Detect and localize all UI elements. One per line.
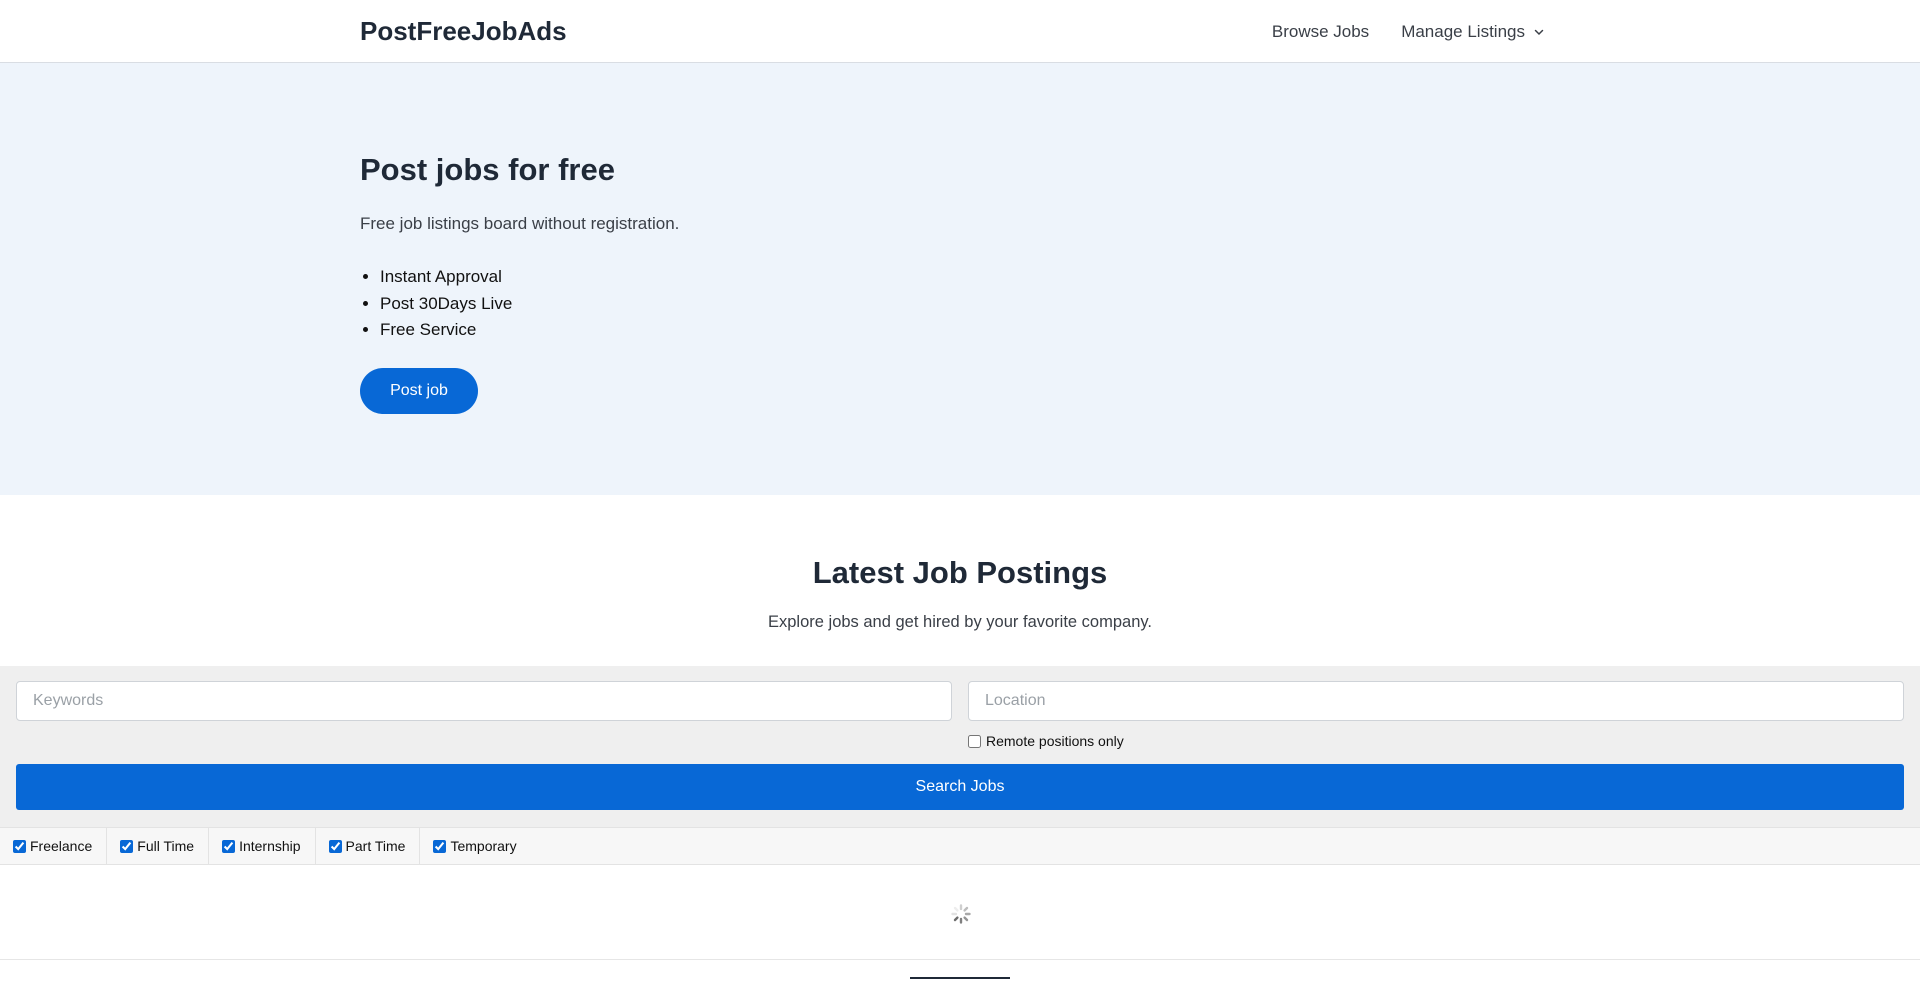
footer-divider [910, 977, 1010, 979]
brand-logo-link[interactable]: PostFreeJobAds [360, 16, 567, 47]
filter-label: Full Time [137, 838, 195, 854]
hero-feature-item: Free Service [380, 317, 679, 344]
filter-part-time[interactable]: Part Time [316, 828, 421, 864]
hero-feature-item: Post 30Days Live [380, 291, 679, 318]
remote-only-option[interactable]: Remote positions only [968, 733, 1124, 749]
hero-content: Post jobs for free Free job listings boa… [360, 151, 679, 414]
filter-temporary-checkbox[interactable] [433, 839, 447, 853]
remote-only-checkbox[interactable] [968, 734, 981, 748]
filter-label: Internship [239, 838, 301, 854]
filter-internship-checkbox[interactable] [222, 839, 236, 853]
filter-internship[interactable]: Internship [209, 828, 316, 864]
hero-subtitle: Free job listings board without registra… [360, 214, 680, 234]
nav-manage-listings-label: Manage Listings [1401, 21, 1525, 41]
header-inner: PostFreeJobAds Browse Jobs Manage Listin… [360, 0, 1545, 63]
main-nav: Browse Jobs Manage Listings [1272, 22, 1545, 42]
search-jobs-button[interactable]: Search Jobs [16, 764, 1904, 810]
loading-spinner-icon [951, 904, 971, 924]
remote-only-label: Remote positions only [986, 733, 1124, 749]
chevron-down-icon [1534, 29, 1544, 35]
filter-label: Part Time [345, 838, 406, 854]
hero-feature-list: Instant Approval Post 30Days Live Free S… [360, 264, 679, 344]
filter-label: Temporary [450, 838, 517, 854]
job-search-form: Remote positions only Search Jobs [0, 666, 1920, 827]
latest-postings-title: Latest Job Postings [812, 555, 1108, 590]
keywords-input[interactable] [16, 681, 952, 721]
nav-browse-jobs[interactable]: Browse Jobs [1272, 22, 1369, 42]
latest-postings-subtitle: Explore jobs and get hired by your favor… [768, 613, 1152, 631]
filter-temporary[interactable]: Temporary [420, 828, 530, 864]
job-results-area [0, 865, 1920, 960]
filter-freelance-checkbox[interactable] [13, 839, 26, 853]
filter-full-time-checkbox[interactable] [120, 839, 134, 853]
job-type-filters: Freelance Full Time Internship Part Time… [0, 827, 1920, 865]
post-job-button[interactable]: Post job [360, 367, 478, 414]
filter-label: Freelance [30, 838, 93, 854]
latest-postings-header: Latest Job Postings Explore jobs and get… [0, 495, 1920, 666]
filter-part-time-checkbox[interactable] [328, 839, 342, 853]
filter-freelance[interactable]: Freelance [0, 828, 108, 864]
location-input[interactable] [968, 681, 1904, 721]
site-header: PostFreeJobAds Browse Jobs Manage Listin… [0, 0, 1920, 63]
nav-browse-jobs-label: Browse Jobs [1271, 21, 1370, 41]
hero-section: Post jobs for free Free job listings boa… [0, 63, 1920, 495]
filter-full-time[interactable]: Full Time [107, 828, 210, 864]
nav-manage-listings-dropdown[interactable]: Manage Listings [1401, 22, 1545, 42]
hero-title: Post jobs for free [360, 152, 615, 187]
hero-feature-item: Instant Approval [380, 264, 679, 291]
